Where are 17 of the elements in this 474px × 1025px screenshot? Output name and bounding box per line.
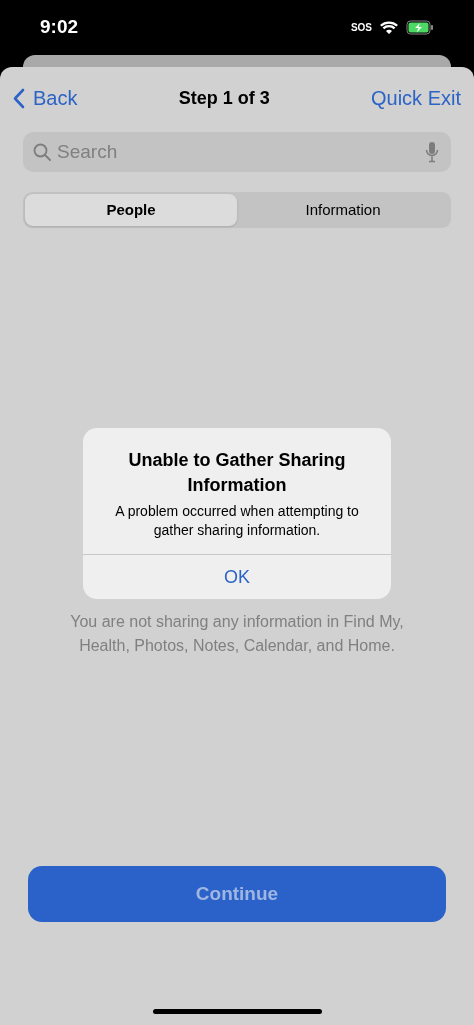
carrier-label: SOS [350,21,372,35]
search-field[interactable]: Search [23,132,451,172]
alert-title: Unable to Gather Sharing Information [127,449,347,497]
microphone-icon[interactable] [425,141,439,163]
status-time: 9:02 [40,15,79,40]
back-button[interactable]: Back [13,83,78,113]
ok-button[interactable]: OK [83,555,391,599]
wifi-icon [380,20,398,35]
battery-charging-icon [406,20,434,35]
alert-message: A problem occurred when attempting to gather sharing information. [114,502,360,540]
chevron-left-icon [13,87,25,109]
sharing-message: You are not sharing any information in Find My, Health, Photos, Notes, Calendar, and Home. [69,612,405,656]
quick-exit-button[interactable]: Quick Exit [370,83,461,113]
nav-title: Step 1 of 3 [178,86,270,110]
segment-tab[interactable]: Information [237,194,449,226]
segment-tab[interactable]: People [25,194,237,226]
search-icon [33,143,51,161]
